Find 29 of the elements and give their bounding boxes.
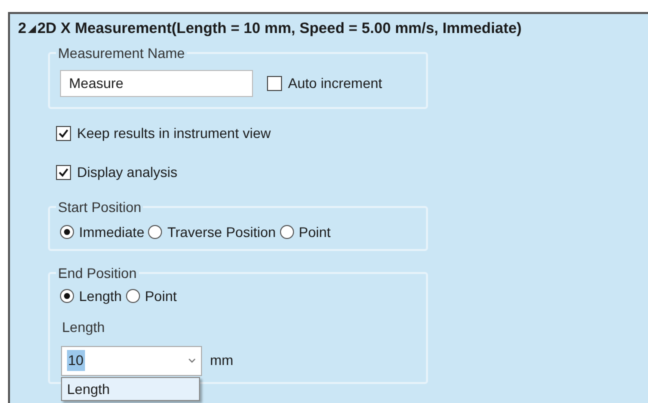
- expander-icon[interactable]: [28, 25, 36, 34]
- field-label: Length: [62, 318, 106, 337]
- input-field[interactable]: Measure: [60, 70, 253, 96]
- combo-value: 10: [67, 350, 85, 371]
- combo-box[interactable]: 10: [61, 346, 202, 376]
- row-number: 2: [18, 19, 26, 39]
- dropdown-item[interactable]: Length: [62, 378, 199, 400]
- radio-button[interactable]: [148, 225, 162, 239]
- radio-button[interactable]: [126, 289, 140, 303]
- checkbox-label: Keep results in instrument view: [77, 124, 271, 143]
- section-title: 2D X Measurement(Length = 10 mm, Speed = 5.00 mm/s, Immediate): [37, 19, 522, 39]
- radio-button[interactable]: [60, 289, 74, 303]
- chevron-down-icon[interactable]: [188, 358, 196, 363]
- group-legend: End Position: [56, 262, 139, 284]
- radio-button[interactable]: [60, 225, 74, 239]
- radio-label: Immediate: [79, 222, 144, 242]
- radio-label: Traverse Position: [167, 222, 276, 242]
- checkbox[interactable]: [56, 126, 71, 140]
- checkbox[interactable]: [267, 76, 282, 90]
- radio-label: Point: [144, 286, 177, 306]
- group-legend: Measurement Name: [56, 42, 187, 64]
- checkbox-label: Auto increment: [288, 74, 382, 92]
- unit-label: mm: [210, 351, 234, 370]
- radio-label: Length: [79, 286, 122, 306]
- radio-button[interactable]: [280, 225, 294, 239]
- radio-label: Point: [298, 222, 331, 242]
- group-legend: Start Position: [56, 196, 144, 218]
- checkbox-label: Display analysis: [77, 162, 178, 182]
- checkbox[interactable]: [56, 164, 71, 180]
